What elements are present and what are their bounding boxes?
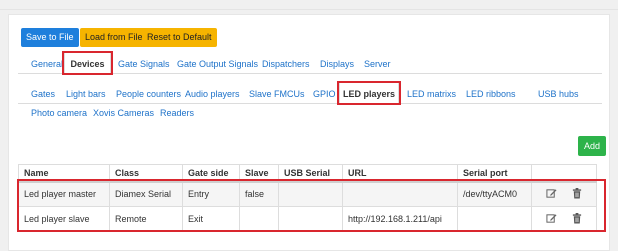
subtab-gpio[interactable]: GPIO — [313, 89, 336, 99]
add-button[interactable]: Add — [578, 136, 607, 156]
subtab-led-ribbons[interactable]: LED ribbons — [466, 89, 516, 99]
sub-tabs-divider — [18, 103, 602, 104]
tab-general[interactable]: General — [31, 59, 63, 69]
save-to-file-button[interactable]: Save to File — [21, 28, 79, 47]
table-rows-highlight — [17, 179, 606, 232]
subtab-light-bars[interactable]: Light bars — [66, 89, 106, 99]
subtab-readers[interactable]: Readers — [160, 108, 194, 118]
load-from-file-button[interactable]: Load from File — [80, 28, 148, 47]
subtab-slave-fmcus[interactable]: Slave FMCUs — [249, 89, 305, 99]
devices-tab-highlight — [62, 51, 113, 75]
subtab-gates[interactable]: Gates — [31, 89, 55, 99]
subtab-xovis-cameras[interactable]: Xovis Cameras — [93, 108, 154, 118]
top-strip — [0, 0, 618, 10]
tab-gate-output-signals[interactable]: Gate Output Signals — [177, 59, 258, 69]
subtab-people-counters[interactable]: People counters — [116, 89, 181, 99]
tab-dispatchers[interactable]: Dispatchers — [262, 59, 310, 69]
subtab-led-matrixs[interactable]: LED matrixs — [407, 89, 456, 99]
tab-gate-signals[interactable]: Gate Signals — [118, 59, 170, 69]
reset-to-default-button[interactable]: Reset to Default — [142, 28, 217, 47]
led-players-tab-highlight — [337, 81, 401, 105]
tab-displays[interactable]: Displays — [320, 59, 354, 69]
tab-server[interactable]: Server — [364, 59, 391, 69]
subtab-usb-hubs[interactable]: USB hubs — [538, 89, 579, 99]
subtab-photo-camera[interactable]: Photo camera — [31, 108, 87, 118]
subtab-audio-players[interactable]: Audio players — [185, 89, 240, 99]
